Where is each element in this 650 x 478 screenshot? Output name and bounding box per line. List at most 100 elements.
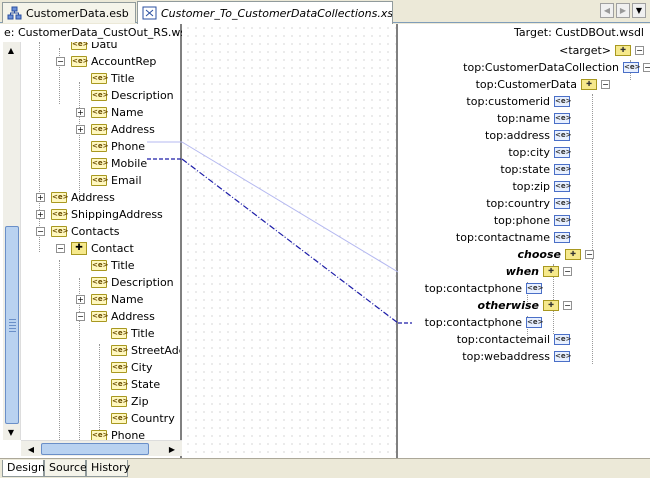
target-node--target-[interactable]: <target> ✚ −	[559, 42, 644, 59]
target-node-label: top:city	[508, 146, 550, 159]
tab-customerdata-esb[interactable]: CustomerData.esb	[2, 2, 136, 23]
target-node-otherwise[interactable]: otherwise ✚ −	[478, 297, 572, 314]
source-node-address[interactable]: + <e> Address	[76, 121, 155, 138]
expand-icon[interactable]: +	[76, 295, 85, 304]
scroll-up-arrow-icon[interactable]: ▲	[3, 42, 19, 58]
source-node-name[interactable]: + <e> Name	[76, 291, 143, 308]
collapse-icon[interactable]: −	[563, 267, 572, 276]
source-node-name[interactable]: + <e> Name	[76, 104, 143, 121]
collapse-icon[interactable]: −	[563, 301, 572, 310]
target-node-top-contactname[interactable]: top:contactname <e>	[456, 229, 572, 246]
element-icon: <e>	[51, 209, 69, 220]
source-node-streetadd[interactable]: <e>StreetAdd	[96, 342, 180, 359]
xsl-construct-icon: ✚	[543, 266, 559, 277]
collapse-icon[interactable]: −	[585, 250, 594, 259]
collapse-icon[interactable]: −	[635, 46, 644, 55]
scroll-left-arrow-icon[interactable]: ◀	[23, 441, 39, 457]
source-node-title[interactable]: <e> Title	[76, 70, 135, 87]
scroll-down-arrow-icon[interactable]: ▼	[3, 424, 19, 440]
source-node-label: Datu	[91, 42, 118, 51]
target-node-label: top:CustomerDataCollection	[463, 61, 619, 74]
expand-icon[interactable]: +	[36, 210, 45, 219]
source-node-mobile[interactable]: <e> Mobile	[76, 155, 147, 172]
target-node-top-country[interactable]: top:country <e>	[486, 195, 571, 212]
source-tree-panel: e: CustomerData_CustOut_RS.wsdl ▲ ▼ <e> D…	[0, 24, 182, 458]
source-node-description[interactable]: <e> Description	[76, 274, 174, 291]
esb-diagram-icon	[7, 6, 22, 20]
collapse-icon[interactable]: −	[36, 227, 45, 236]
target-node-top-customerdata[interactable]: top:CustomerData ✚ −	[476, 76, 610, 93]
target-node-when[interactable]: when ✚ −	[506, 263, 572, 280]
element-icon: <e>	[111, 396, 129, 407]
tab-design[interactable]: Design	[2, 460, 45, 477]
source-node-city[interactable]: <e> City	[96, 359, 153, 376]
source-node-email[interactable]: <e> Email	[76, 172, 142, 189]
target-node-top-phone[interactable]: top:phone <e>	[494, 212, 572, 229]
tab-source[interactable]: Source	[44, 460, 87, 477]
target-node-top-customerid[interactable]: top:customerid <e>	[466, 93, 571, 110]
source-node-contact[interactable]: − ✚ Contact	[56, 240, 134, 257]
target-tree-panel: Target: CustDBOut.wsdl <target> ✚ − top:Cus…	[398, 24, 650, 458]
expand-icon[interactable]: +	[76, 125, 85, 134]
xsl-mapper-canvas: e: CustomerData_CustOut_RS.wsdl ▲ ▼ <e> D…	[0, 24, 650, 458]
source-node-label: Description	[111, 276, 174, 289]
source-node-description[interactable]: <e> Description	[76, 87, 174, 104]
source-node-state[interactable]: <e> State	[96, 376, 160, 393]
source-node-accountrep[interactable]: − <e> AccountRep	[56, 53, 156, 70]
target-node-top-zip[interactable]: top:zip <e>	[512, 178, 571, 195]
element-icon: <e>	[91, 73, 109, 84]
expand-icon[interactable]: +	[36, 193, 45, 202]
source-node-shippingaddress[interactable]: + <e> ShippingAddress	[36, 206, 163, 223]
source-node-country[interactable]: <e> Country	[96, 410, 175, 427]
target-node-top-contactphone[interactable]: top:contactphone <e>	[425, 314, 544, 331]
source-node-address[interactable]: − <e> Address	[76, 308, 155, 325]
scrollbar-thumb[interactable]	[41, 443, 149, 455]
element-icon: <e>	[111, 345, 129, 356]
element-icon: <e>	[91, 158, 109, 169]
collapse-icon[interactable]: −	[643, 63, 650, 72]
source-node-contacts[interactable]: − <e> Contacts	[36, 223, 120, 240]
target-node-top-address[interactable]: top:address <e>	[485, 127, 572, 144]
source-node-datu[interactable]: <e> Datu	[56, 42, 118, 53]
source-node-zip[interactable]: <e> Zip	[96, 393, 149, 410]
expand-icon[interactable]: +	[76, 108, 85, 117]
tab-xsl-map[interactable]: Customer_To_CustomerDataCollections.xsl	[137, 1, 393, 24]
target-node-top-contactemail[interactable]: top:contactemail <e>	[457, 331, 572, 348]
mapping-area[interactable]	[184, 24, 396, 458]
source-node-title[interactable]: <e> Title	[96, 325, 155, 342]
target-node-top-city[interactable]: top:city <e>	[508, 144, 571, 161]
target-node-choose[interactable]: choose ✚ −	[518, 246, 594, 263]
source-node-phone[interactable]: <e> Phone	[76, 138, 145, 155]
target-node-top-name[interactable]: top:name <e>	[497, 110, 571, 127]
scroll-tabs-right-button[interactable]: ▶	[616, 3, 630, 18]
source-node-address[interactable]: + <e> Address	[36, 189, 115, 206]
source-node-label: ShippingAddress	[71, 208, 163, 221]
target-node-label: top:CustomerData	[475, 78, 577, 91]
source-node-title[interactable]: <e> Title	[76, 257, 135, 274]
source-node-phone[interactable]: <e> Phone	[76, 427, 145, 440]
source-node-label: Address	[111, 310, 155, 323]
tab-history[interactable]: History	[86, 460, 130, 477]
target-node-label: top:name	[497, 112, 550, 125]
element-icon: <e>	[623, 62, 641, 73]
source-horizontal-scrollbar[interactable]: ◀ ▶	[21, 440, 182, 456]
target-node-top-customerdatacollection[interactable]: top:CustomerDataCollection <e> −	[463, 59, 650, 76]
target-node-label: choose	[517, 248, 561, 261]
tab-list-dropdown-button[interactable]: ▼	[632, 3, 646, 18]
source-vertical-scrollbar[interactable]: ▲ ▼	[3, 42, 21, 440]
collapse-icon[interactable]: −	[56, 244, 65, 253]
target-node-top-webaddress[interactable]: top:webaddress <e>	[462, 348, 571, 365]
scrollbar-thumb[interactable]	[5, 226, 19, 424]
collapse-icon[interactable]: −	[601, 80, 610, 89]
element-icon: <e>	[554, 130, 572, 141]
scroll-right-arrow-icon[interactable]: ▶	[164, 441, 180, 457]
source-node-label: Contact	[91, 242, 134, 255]
source-node-label: Name	[111, 293, 144, 306]
target-node-top-state[interactable]: top:state <e>	[500, 161, 571, 178]
source-node-label: Address	[71, 191, 115, 204]
scroll-tabs-left-button[interactable]: ◀	[600, 3, 614, 18]
collapse-icon[interactable]: −	[56, 57, 65, 66]
target-node-top-contactphone[interactable]: top:contactphone <e>	[425, 280, 544, 297]
element-icon: <e>	[111, 362, 129, 373]
collapse-icon[interactable]: −	[76, 312, 85, 321]
